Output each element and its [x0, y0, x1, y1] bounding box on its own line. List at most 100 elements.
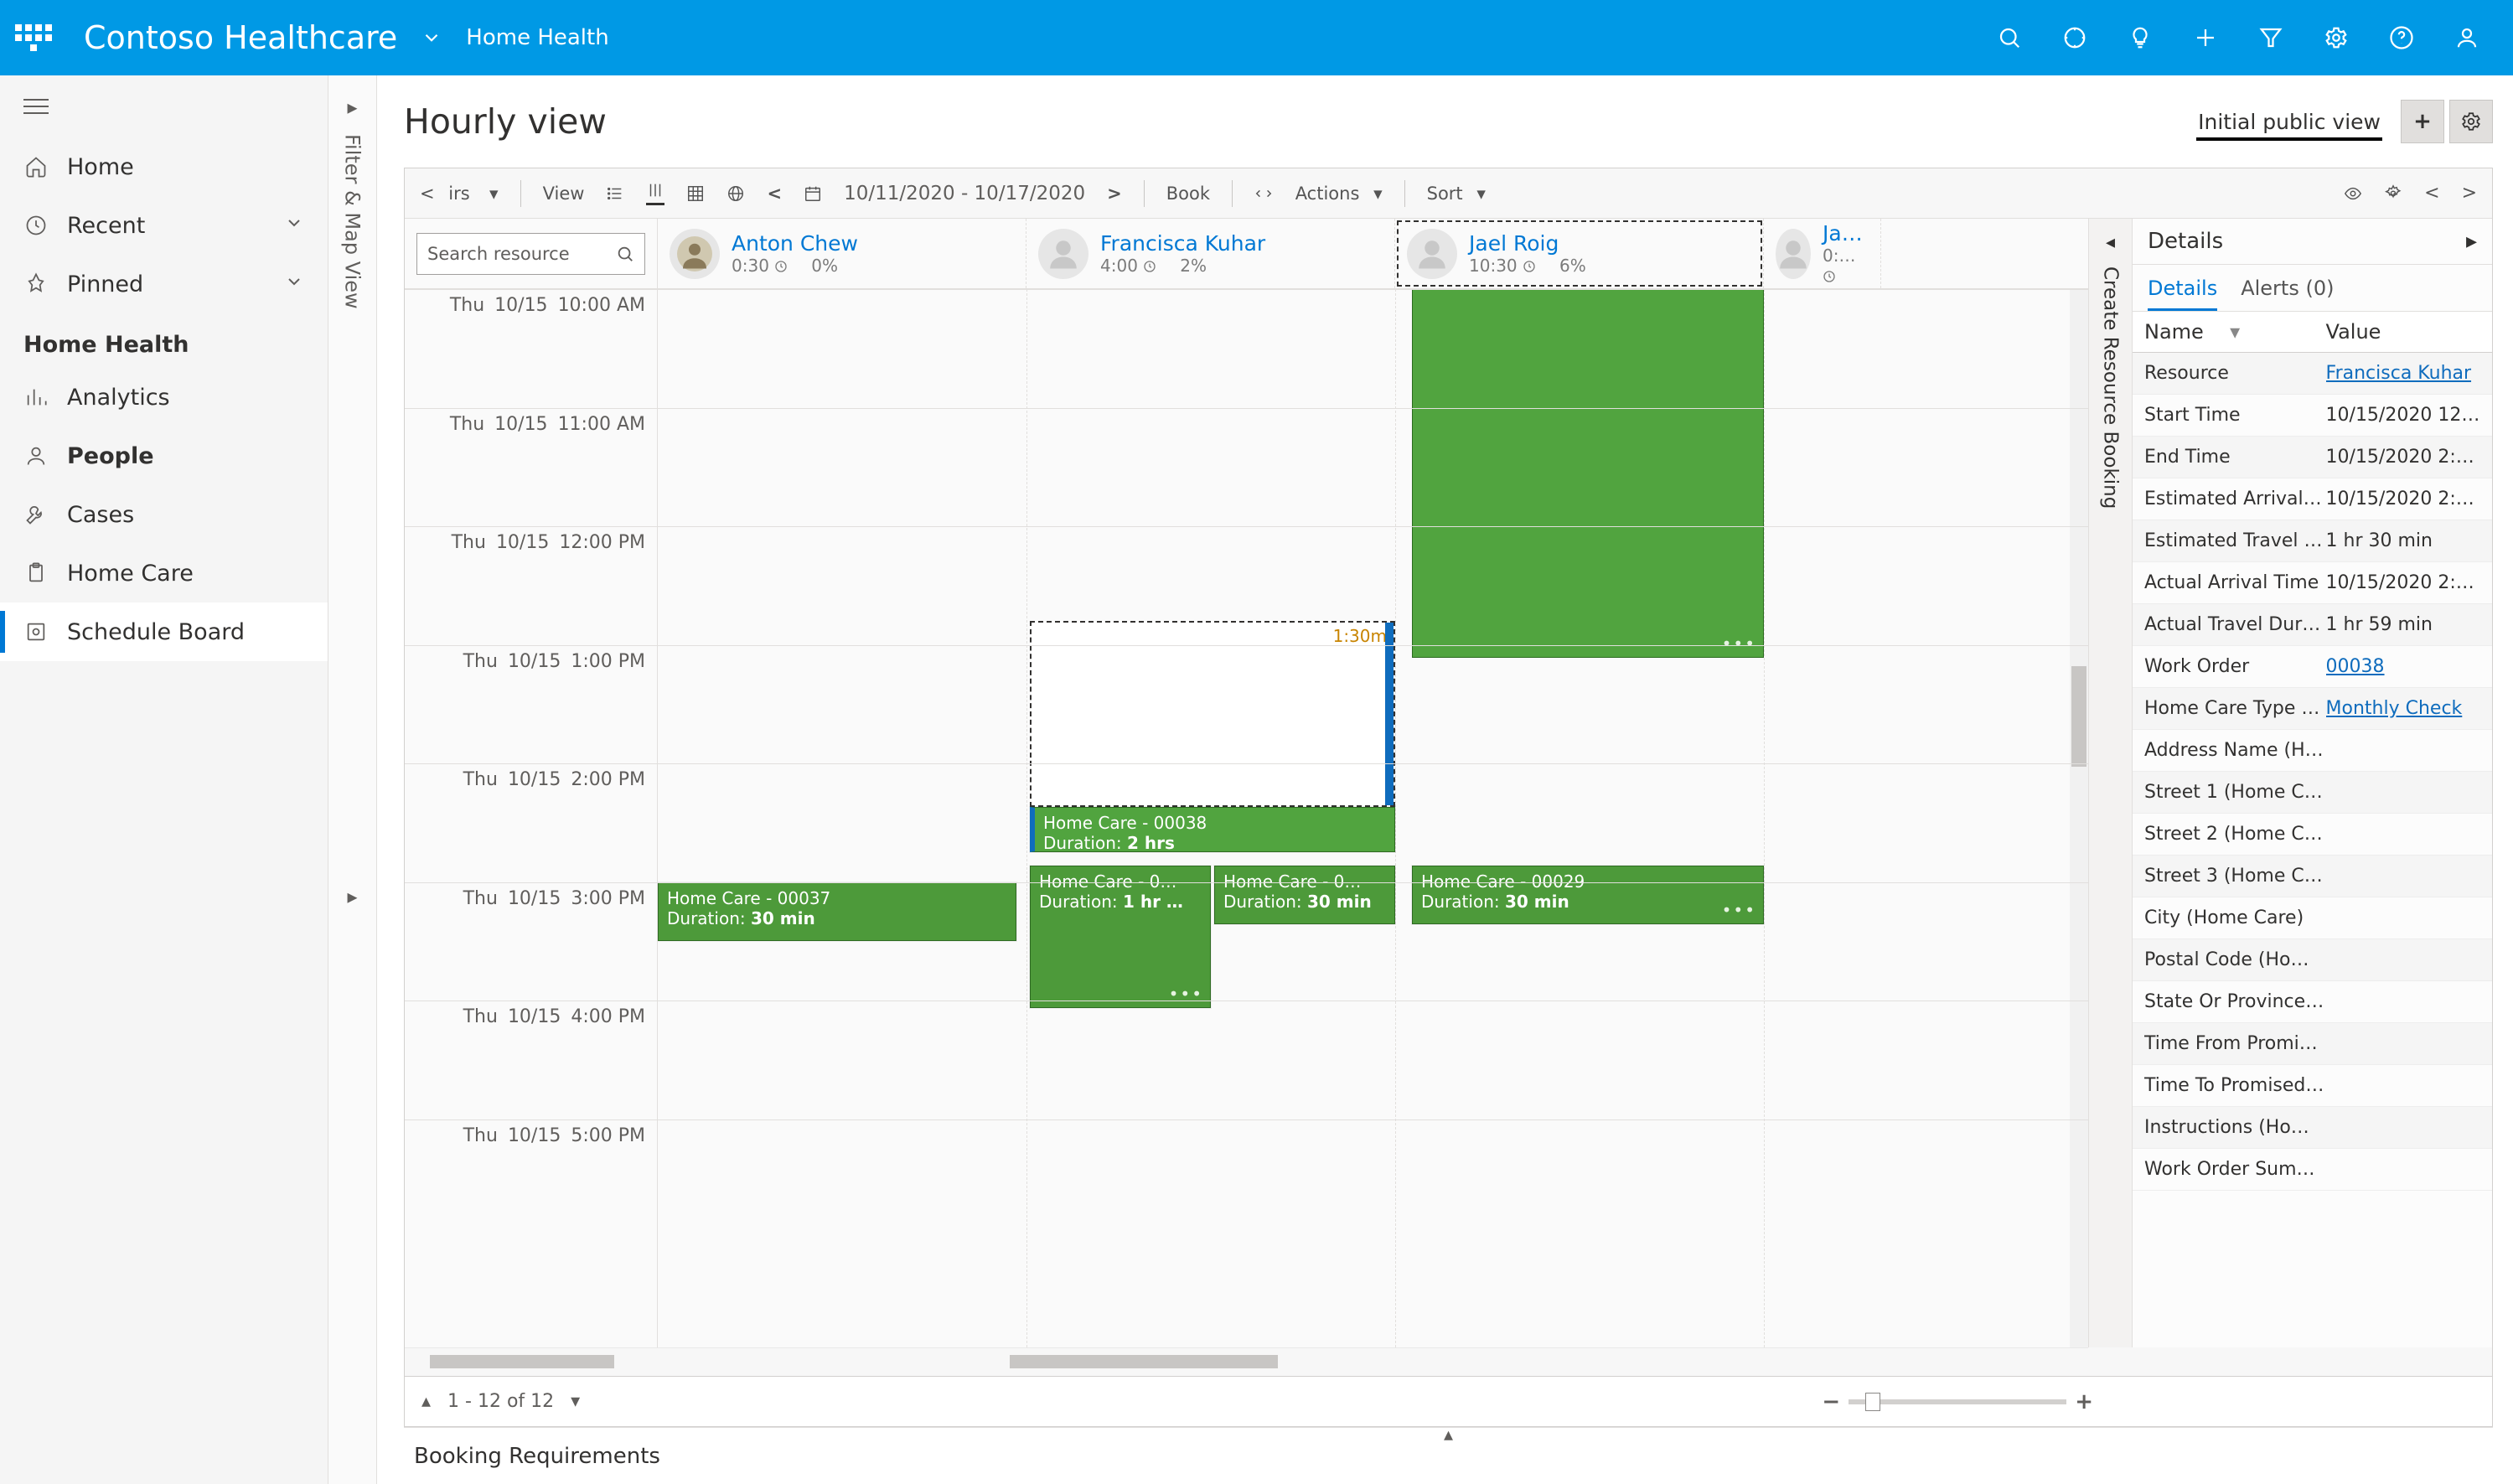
- detail-row: Start Time10/15/2020 12:33 …: [2133, 395, 2492, 437]
- plus-icon[interactable]: [2193, 25, 2218, 50]
- chevron-down-icon[interactable]: ▾: [2230, 320, 2240, 344]
- gear-icon[interactable]: [2324, 25, 2349, 50]
- back-button[interactable]: < irs ▾: [420, 184, 499, 204]
- detail-row: State Or Province…: [2133, 981, 2492, 1023]
- view-globe-icon[interactable]: [726, 184, 745, 203]
- view-grid-icon[interactable]: [686, 184, 705, 203]
- nav-label: Schedule Board: [67, 619, 245, 645]
- nav-label: Recent: [67, 213, 145, 239]
- prev-button[interactable]: <: [767, 184, 782, 204]
- tab-alerts[interactable]: Alerts (0): [2241, 277, 2334, 311]
- chevron-left-icon: ◂: [2106, 232, 2115, 266]
- avatar: [1407, 229, 1457, 279]
- app-launcher-icon[interactable]: [13, 18, 54, 58]
- left-nav: Home Recent Pinned Home Health Analytics…: [0, 75, 328, 1484]
- wrench-icon: [23, 502, 49, 527]
- help-icon[interactable]: [2389, 25, 2414, 50]
- detail-link[interactable]: Francisca Kuhar: [2326, 363, 2480, 384]
- detail-link[interactable]: 00038: [2326, 656, 2480, 677]
- chevron-up-icon: ▴: [1444, 1425, 1453, 1445]
- schedule-board: < irs ▾ View < 10/11/2020 - 10/17/2020 >…: [404, 168, 2493, 1427]
- chevron-right-icon[interactable]: ▸: [347, 885, 357, 908]
- nav-label: Analytics: [67, 385, 170, 411]
- sort-button[interactable]: Sort ▾: [1427, 184, 1486, 204]
- avatar: [670, 229, 720, 279]
- zoom-slider[interactable]: − +: [1822, 1389, 2093, 1414]
- app-top-bar: Contoso Healthcare Home Health: [0, 0, 2513, 75]
- resource-name: Francisca Kuhar: [1100, 231, 1265, 256]
- resource-column[interactable]: Francisca Kuhar4:00 2%: [1026, 219, 1395, 288]
- actions-button[interactable]: Actions ▾: [1254, 184, 1383, 204]
- chevron-right-icon[interactable]: ▸: [2466, 229, 2477, 254]
- booking-requirements-bar[interactable]: ▴ Booking Requirements: [404, 1427, 2493, 1484]
- detail-row: Time From Promi…: [2133, 1023, 2492, 1065]
- eye-icon[interactable]: [2344, 184, 2362, 203]
- date-range: 10/11/2020 - 10/17/2020: [844, 183, 1085, 204]
- search-icon[interactable]: [1997, 25, 2022, 50]
- calendar-icon[interactable]: [804, 184, 822, 203]
- filter-icon[interactable]: [2258, 25, 2283, 50]
- detail-row: Actual Arrival Time10/15/2020 2:32 P…: [2133, 562, 2492, 604]
- nav-recent[interactable]: Recent: [0, 196, 328, 255]
- tab-details[interactable]: Details: [2148, 277, 2217, 311]
- details-panel: Details ▸ Details Alerts (0) Name ▾ Valu…: [2132, 219, 2492, 1347]
- resource-column[interactable]: Anton Chew0:30 0%: [658, 219, 1026, 288]
- person-icon[interactable]: [2454, 25, 2479, 50]
- new-view-button[interactable]: +: [2401, 100, 2444, 143]
- target-icon[interactable]: [2062, 25, 2087, 50]
- detail-link[interactable]: Monthly Check: [2326, 698, 2480, 719]
- filter-map-view-strip[interactable]: ▸ Filter & Map View ▸: [328, 75, 377, 1484]
- book-button[interactable]: Book: [1166, 184, 1210, 204]
- grid-scrollbar[interactable]: [658, 1347, 2088, 1376]
- nav-section-header: Home Health: [0, 313, 328, 368]
- nav-cases[interactable]: Cases: [0, 485, 328, 544]
- time-slot: Thu10/153:00 PM: [405, 882, 657, 1001]
- detail-row: Work Order Sum…: [2133, 1149, 2492, 1191]
- resource-column[interactable]: Jael Roig10:30 6%: [1395, 219, 1764, 288]
- chevron-left-icon[interactable]: <: [2424, 183, 2439, 204]
- nav-analytics[interactable]: Analytics: [0, 368, 328, 427]
- bulb-icon[interactable]: [2128, 25, 2153, 50]
- chevron-down-icon[interactable]: ▾: [571, 1391, 580, 1412]
- detail-row: Home Care Type …Monthly Check: [2133, 688, 2492, 730]
- time-slot: Thu10/152:00 PM: [405, 763, 657, 882]
- gear-icon[interactable]: [2384, 184, 2402, 203]
- nav-label: Cases: [67, 502, 134, 528]
- search-resource-input[interactable]: Search resource: [416, 233, 645, 275]
- nav-schedule-board[interactable]: Schedule Board: [0, 602, 328, 661]
- details-table-header: Name ▾ Value: [2133, 312, 2492, 353]
- nav-label: Home Care: [67, 561, 194, 587]
- nav-people[interactable]: People: [0, 427, 328, 485]
- nav-label: Home: [67, 154, 134, 180]
- detail-row: Postal Code (Ho…: [2133, 939, 2492, 981]
- view-label[interactable]: Initial public view: [2196, 103, 2382, 141]
- person-icon: [23, 443, 49, 468]
- nav-pinned[interactable]: Pinned: [0, 255, 328, 313]
- time-scrollbar[interactable]: [405, 1347, 658, 1376]
- resource-column[interactable]: Ja…0:…: [1764, 219, 1881, 288]
- chevron-down-icon[interactable]: [421, 27, 442, 49]
- view-columns-icon[interactable]: [646, 181, 664, 205]
- resource-name: Ja…: [1823, 221, 1879, 246]
- view-settings-button[interactable]: [2449, 100, 2493, 143]
- next-button[interactable]: >: [1107, 184, 1122, 204]
- nav-home[interactable]: Home: [0, 137, 328, 196]
- chevron-up-icon[interactable]: ▴: [421, 1391, 431, 1412]
- chevron-right-icon[interactable]: >: [2462, 183, 2477, 204]
- hamburger-icon[interactable]: [0, 75, 328, 137]
- view-list-icon[interactable]: [606, 184, 624, 203]
- detail-row: Address Name (H…: [2133, 730, 2492, 772]
- chevron-right-icon: ▸: [347, 89, 357, 134]
- nav-home-care[interactable]: Home Care: [0, 544, 328, 602]
- detail-row: End Time10/15/2020 2:33 P…: [2133, 437, 2492, 478]
- nav-label: People: [67, 443, 154, 469]
- schedule-toolbar: < irs ▾ View < 10/11/2020 - 10/17/2020 >…: [405, 168, 2492, 219]
- detail-row: Work Order00038: [2133, 646, 2492, 688]
- details-title: Details: [2148, 229, 2223, 254]
- detail-row: Instructions (Hom…: [2133, 1107, 2492, 1149]
- clipboard-icon: [23, 561, 49, 586]
- create-booking-strip[interactable]: ◂ Create Resource Booking: [2088, 219, 2132, 1347]
- time-slot: Thu10/1511:00 AM: [405, 408, 657, 527]
- detail-row: Estimated Travel …1 hr 30 min: [2133, 520, 2492, 562]
- clock-icon: [23, 213, 49, 238]
